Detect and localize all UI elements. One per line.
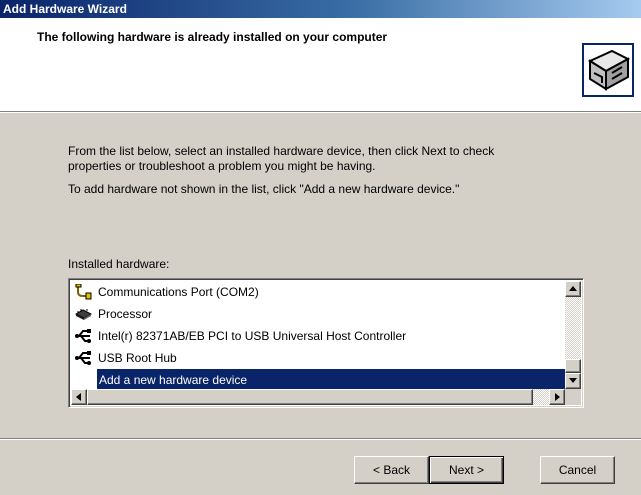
scrollbar-corner	[565, 389, 581, 405]
installed-hardware-label: Installed hardware:	[68, 257, 170, 271]
list-item-label: Communications Port (COM2)	[98, 285, 259, 299]
arrow-down-icon	[569, 378, 577, 383]
instruction-line-3: To add hardware not shown in the list, c…	[68, 182, 460, 196]
back-button[interactable]: < Back	[354, 456, 429, 484]
horizontal-scroll-thumb[interactable]	[87, 389, 533, 405]
window-title-bar[interactable]: Add Hardware Wizard	[0, 0, 641, 18]
wizard-header: The following hardware is already instal…	[0, 18, 641, 112]
arrow-up-icon	[569, 286, 577, 291]
cancel-button[interactable]: Cancel	[540, 456, 615, 484]
usb-icon	[75, 329, 91, 343]
header-divider	[0, 112, 641, 113]
vertical-scrollbar[interactable]	[565, 281, 581, 389]
arrow-right-icon	[555, 393, 560, 401]
hardware-wizard-icon	[582, 43, 634, 97]
list-item-label: Intel(r) 82371AB/EB PCI to USB Universal…	[98, 329, 407, 343]
list-item[interactable]: Communications Port (COM2)	[71, 281, 565, 303]
header-title: The following hardware is already instal…	[37, 30, 388, 44]
list-rows: Communications Port (COM2) Processor Int…	[71, 281, 565, 389]
window-title: Add Hardware Wizard	[3, 2, 127, 16]
list-item-label: Add a new hardware device	[97, 369, 565, 389]
footer-divider-highlight	[0, 439, 641, 440]
instruction-line-2: properties or troubleshoot a problem you…	[68, 159, 376, 173]
instruction-line-1: From the list below, select an installed…	[68, 144, 495, 158]
arrow-left-icon	[76, 393, 81, 401]
list-item-label: USB Root Hub	[98, 351, 177, 365]
processor-icon	[75, 309, 92, 320]
list-item-label: Processor	[98, 307, 153, 321]
scroll-left-button[interactable]	[71, 389, 87, 405]
vertical-scroll-thumb[interactable]	[565, 359, 581, 373]
installed-hardware-list[interactable]: Communications Port (COM2) Processor Int…	[68, 278, 584, 408]
list-item-selected[interactable]: Add a new hardware device	[71, 369, 565, 389]
usb-icon	[75, 351, 91, 365]
list-item[interactable]: USB Root Hub	[71, 347, 565, 369]
list-item[interactable]: Processor	[71, 303, 565, 325]
scroll-right-button[interactable]	[549, 389, 565, 405]
scroll-up-button[interactable]	[565, 281, 581, 297]
horizontal-scrollbar[interactable]	[71, 389, 565, 405]
scroll-down-button[interactable]	[565, 373, 581, 389]
next-button[interactable]: Next >	[429, 456, 504, 484]
port-icon	[75, 284, 92, 300]
list-item[interactable]: Intel(r) 82371AB/EB PCI to USB Universal…	[71, 325, 565, 347]
